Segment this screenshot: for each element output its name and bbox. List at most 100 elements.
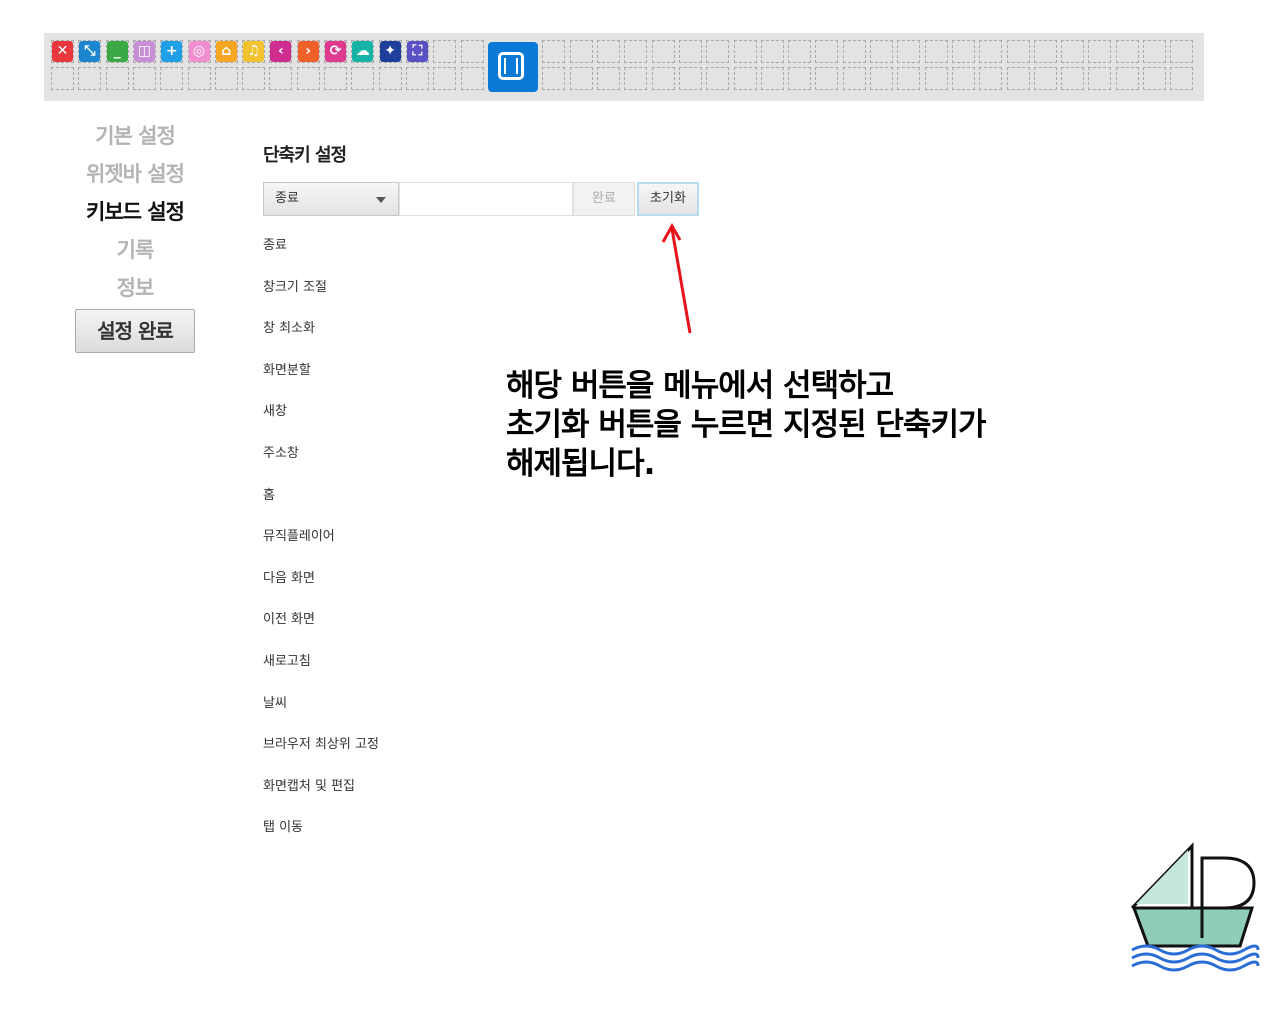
shortcut-list-item[interactable]: 다음 화면 — [263, 570, 379, 612]
address-bar-icon[interactable]: ◎ — [188, 41, 210, 62]
widget-slot[interactable] — [460, 40, 484, 63]
widget-slot[interactable] — [51, 67, 74, 90]
widget-slot[interactable] — [815, 67, 839, 90]
widget-slot[interactable] — [1170, 67, 1194, 90]
nav-info[interactable]: 정보 — [74, 272, 196, 302]
widget-slot[interactable] — [105, 67, 129, 90]
widget-slot[interactable] — [678, 67, 702, 90]
refresh-icon[interactable]: ⟳ — [325, 41, 346, 62]
widget-slot[interactable] — [214, 67, 238, 90]
widget-slot[interactable] — [897, 40, 921, 63]
widget-slot[interactable] — [1143, 67, 1166, 90]
forward-icon[interactable]: › — [297, 41, 319, 62]
settings-done-button[interactable]: 설정 완료 — [75, 309, 195, 353]
pin-on-top-icon[interactable]: ✦ — [379, 41, 401, 62]
nav-history[interactable]: 기록 — [74, 234, 196, 264]
widget-slot[interactable] — [1006, 67, 1030, 90]
widget-slot[interactable] — [269, 67, 293, 90]
widget-slot[interactable] — [678, 40, 702, 63]
music-player-icon[interactable]: ♫ — [243, 41, 265, 62]
widget-slot[interactable] — [378, 67, 402, 90]
widget-slot[interactable] — [433, 67, 457, 90]
shortcut-list-item[interactable]: 이전 화면 — [263, 611, 379, 653]
widget-slot[interactable] — [296, 67, 320, 90]
nav-basic-settings[interactable]: 기본 설정 — [74, 120, 196, 150]
widget-slot[interactable] — [760, 40, 784, 63]
shortcut-select[interactable]: 종료 — [263, 182, 399, 216]
reset-button[interactable]: 초기화 — [637, 182, 699, 216]
widget-slot[interactable] — [1033, 67, 1057, 90]
shortcut-key-input[interactable] — [399, 182, 573, 216]
widget-slot[interactable] — [760, 67, 784, 90]
widget-slot[interactable] — [951, 40, 975, 63]
widget-bar-handle-icon[interactable] — [488, 42, 538, 92]
widget-slot[interactable] — [897, 67, 921, 90]
widget-slot[interactable] — [433, 40, 457, 63]
widget-slot[interactable] — [651, 67, 675, 90]
widget-slot[interactable] — [132, 67, 156, 90]
widget-slot[interactable] — [733, 40, 757, 63]
shortcut-list-item[interactable]: 탭 이동 — [263, 819, 379, 861]
widget-slot[interactable] — [1088, 67, 1112, 90]
widget-slot[interactable] — [1033, 40, 1057, 63]
nav-keyboard-settings[interactable]: 키보드 설정 — [74, 196, 196, 226]
shortcut-list-item[interactable]: 창크기 조절 — [263, 279, 379, 321]
shortcut-list-item[interactable]: 새창 — [263, 403, 379, 445]
shortcut-list-item[interactable]: 홈 — [263, 487, 379, 529]
widget-slot[interactable] — [706, 40, 730, 63]
shortcut-list-item[interactable]: 뮤직플레이어 — [263, 528, 379, 570]
widget-slot[interactable] — [1061, 40, 1085, 63]
widget-slot[interactable] — [924, 40, 948, 63]
widget-slot[interactable] — [1115, 40, 1139, 63]
widget-slot[interactable] — [1061, 67, 1085, 90]
widget-slot[interactable] — [1170, 40, 1194, 63]
nav-widgetbar-settings[interactable]: 위젯바 설정 — [74, 158, 196, 188]
shortcut-list-item[interactable]: 날씨 — [263, 695, 379, 737]
shortcut-list-item[interactable]: 새로고침 — [263, 653, 379, 695]
widget-slot[interactable] — [405, 67, 429, 90]
split-screen-icon[interactable]: ◫ — [133, 41, 155, 62]
capture-icon[interactable]: ⛶ — [406, 41, 428, 62]
complete-button[interactable]: 완료 — [573, 182, 635, 216]
widget-slot[interactable] — [788, 40, 812, 63]
home-icon[interactable]: ⌂ — [215, 41, 237, 62]
weather-icon[interactable]: ☁ — [352, 41, 374, 62]
widget-slot[interactable] — [1115, 67, 1139, 90]
widget-slot[interactable] — [815, 40, 839, 63]
shortcut-list-item[interactable]: 브라우저 최상위 고정 — [263, 736, 379, 778]
widget-slot[interactable] — [597, 40, 620, 63]
widget-slot[interactable] — [651, 40, 675, 63]
widget-slot[interactable] — [706, 67, 730, 90]
shortcut-list-item[interactable]: 화면캡처 및 편집 — [263, 778, 379, 820]
widget-slot[interactable] — [187, 67, 211, 90]
widget-slot[interactable] — [979, 67, 1003, 90]
widget-slot[interactable] — [624, 67, 648, 90]
widget-slot[interactable] — [569, 67, 593, 90]
widget-slot[interactable] — [733, 67, 757, 90]
widget-slot[interactable] — [624, 40, 648, 63]
shortcut-list-item[interactable]: 종료 — [263, 237, 379, 279]
resize-icon[interactable]: ⤡ — [79, 41, 101, 62]
widget-slot[interactable] — [979, 40, 1003, 63]
widget-slot[interactable] — [1088, 40, 1112, 63]
widget-slot[interactable] — [78, 67, 102, 90]
widget-slot[interactable] — [951, 67, 975, 90]
shortcut-list-item[interactable]: 화면분할 — [263, 362, 379, 404]
widget-slot[interactable] — [842, 40, 866, 63]
widget-slot[interactable] — [569, 40, 593, 63]
widget-slot[interactable] — [460, 67, 484, 90]
widget-slot[interactable] — [1143, 40, 1166, 63]
widget-slot[interactable] — [324, 67, 347, 90]
widget-slot[interactable] — [842, 67, 866, 90]
back-icon[interactable]: ‹ — [270, 41, 292, 62]
minimize-icon[interactable]: _ — [106, 41, 128, 62]
new-window-icon[interactable]: + — [161, 41, 183, 62]
widget-slot[interactable] — [542, 40, 566, 63]
widget-slot[interactable] — [542, 67, 566, 90]
widget-slot[interactable] — [597, 67, 620, 90]
close-icon[interactable]: ✕ — [52, 41, 73, 62]
widget-slot[interactable] — [870, 40, 893, 63]
shortcut-list-item[interactable]: 창 최소화 — [263, 320, 379, 362]
widget-slot[interactable] — [351, 67, 375, 90]
widget-slot[interactable] — [160, 67, 184, 90]
